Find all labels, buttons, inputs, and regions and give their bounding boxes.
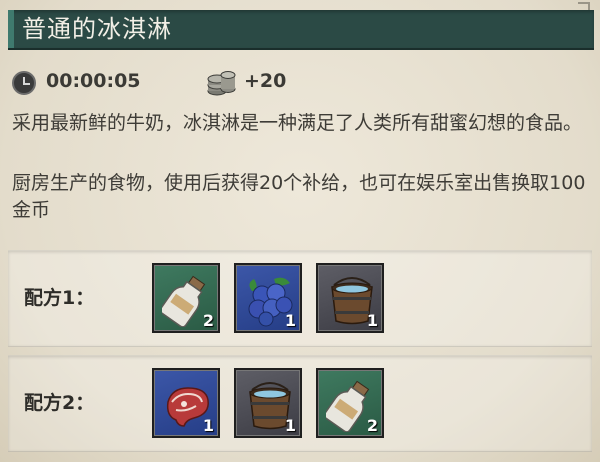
item-title: 普通的冰淇淋 bbox=[22, 15, 172, 43]
ingredient-slot-steak[interactable]: 1 bbox=[152, 368, 220, 438]
ingredient-count: 1 bbox=[284, 416, 296, 435]
ingredient-slot-milk[interactable]: 2 bbox=[152, 263, 220, 333]
ingredient-slot-water-bucket[interactable]: 1 bbox=[234, 368, 302, 438]
coin-stack-icon bbox=[207, 71, 236, 96]
description-flavor: 采用最新鲜的牛奶，冰淇淋是一种满足了人类所有甜蜜幻想的食品。 bbox=[12, 112, 583, 134]
recipe-label: 配方1： bbox=[24, 287, 95, 309]
recipe-1: 配方1： 2 1 1 bbox=[8, 250, 592, 347]
ingredient-slot-milk[interactable]: 2 bbox=[316, 368, 384, 438]
production-time: 00:00:05 bbox=[46, 70, 141, 92]
title-accent bbox=[8, 10, 14, 48]
ingredient-slot-blueberry[interactable]: 1 bbox=[234, 263, 302, 333]
recipe-2: 配方2： 1 1 2 bbox=[8, 355, 592, 452]
item-detail-panel: 普通的冰淇淋 00:00:05 +20 采用最新鲜的牛奶，冰淇淋是一种满足了人类… bbox=[0, 0, 600, 462]
recipe-label: 配方2： bbox=[24, 392, 95, 414]
item-stats: 00:00:05 +20 bbox=[12, 68, 592, 98]
ingredient-slot-water-bucket[interactable]: 1 bbox=[316, 263, 384, 333]
ingredient-count: 2 bbox=[202, 311, 214, 330]
ingredient-count: 1 bbox=[366, 311, 378, 330]
description-usage: 厨房生产的食物，使用后获得20个补给，也可在娱乐室出售换取100金币 bbox=[12, 172, 586, 221]
ingredient-count: 2 bbox=[366, 416, 378, 435]
ingredient-count: 1 bbox=[202, 416, 214, 435]
coin-reward: +20 bbox=[244, 70, 287, 92]
ingredient-count: 1 bbox=[284, 311, 296, 330]
clock-icon bbox=[12, 71, 36, 95]
